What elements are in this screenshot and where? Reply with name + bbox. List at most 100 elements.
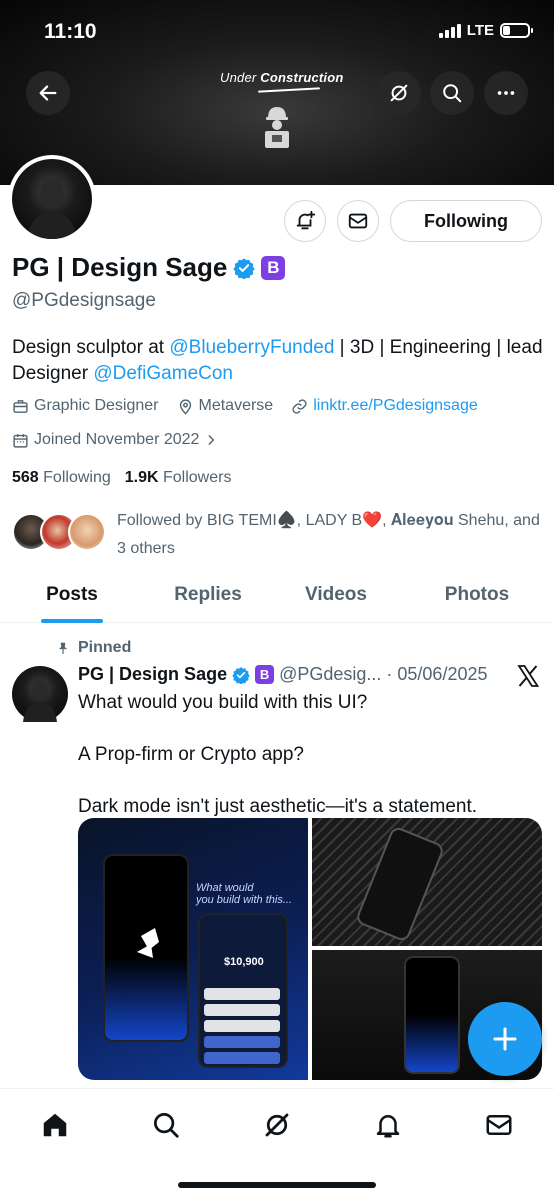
link-icon — [292, 398, 307, 414]
following-button[interactable]: Following — [390, 200, 542, 242]
location-text: Metaverse — [198, 397, 274, 414]
back-button[interactable] — [26, 71, 70, 115]
notifications-button[interactable] — [284, 200, 326, 242]
profile-avatar[interactable] — [8, 155, 96, 243]
wallet-row — [204, 1004, 280, 1016]
tweet-handle-date: @PGdesig... · 05/06/2025 — [279, 664, 488, 684]
search-button[interactable] — [430, 71, 474, 115]
bio-mention-blueberry[interactable]: @BlueberryFunded — [169, 337, 334, 358]
plus-icon — [493, 1027, 517, 1051]
search-icon — [154, 1113, 179, 1138]
pinned-label: Pinned — [56, 639, 131, 657]
tweet-media-image-2[interactable] — [312, 818, 542, 946]
battery-icon — [500, 23, 533, 38]
status-bar: 11:10 LTE — [0, 0, 554, 62]
wallet-row — [204, 988, 280, 1000]
phone-mockup-splash — [103, 854, 189, 1042]
tweet-avatar[interactable] — [12, 666, 68, 722]
bio-text-1: Design sculptor at — [12, 337, 170, 358]
followers-count-label: Followers — [163, 469, 232, 486]
status-time: 11:10 — [44, 20, 97, 43]
follow-counts: 568 Following 1.9K Followers — [12, 469, 231, 487]
display-name: PG | Design Sage B — [12, 252, 286, 283]
nav-search[interactable] — [146, 1105, 186, 1145]
wallet-row — [204, 1052, 280, 1064]
display-name-text: PG | Design Sage — [12, 252, 228, 282]
avatar-silhouette — [28, 178, 76, 239]
following-count-label: Following — [43, 469, 111, 486]
tab-photos[interactable]: Photos — [400, 566, 554, 623]
mail-icon — [348, 213, 368, 229]
tab-replies[interactable]: Replies — [144, 566, 272, 623]
banner-text: Under Construction — [220, 70, 344, 85]
affiliate-badge[interactable]: B — [261, 255, 286, 280]
nav-grok[interactable] — [257, 1105, 297, 1145]
home-indicator[interactable] — [178, 1182, 376, 1188]
category-item: Graphic Designer — [12, 397, 159, 415]
wallet-row — [204, 1036, 280, 1048]
nav-notifications[interactable] — [368, 1105, 408, 1145]
profile-meta: Graphic Designer Metaverse linktr.ee/PGd… — [12, 397, 496, 415]
joined-row[interactable]: Joined November 2022 — [12, 431, 236, 449]
tweet-text-line-1: What would you build with this UI? — [78, 692, 368, 713]
calendar-icon — [13, 433, 28, 448]
followers-count: 1.9K — [124, 469, 159, 486]
bell-icon — [376, 1115, 400, 1138]
tweet-affiliate-badge: B — [255, 665, 275, 684]
verified-badge-icon[interactable] — [233, 257, 255, 279]
grok-button[interactable] — [377, 71, 421, 115]
wallet-row — [204, 1020, 280, 1032]
tweet-header: PG | Design Sage B @PGdesig... · 05/06/2… — [78, 664, 488, 685]
followed-by-text: Followed by BIG TEMI♠️, LADY B❤️, 𝐀𝐥𝐞𝐞𝐲𝐨… — [117, 512, 540, 557]
category-text: Graphic Designer — [34, 397, 159, 414]
media-caption: What would you build with this... — [196, 882, 292, 906]
nav-home[interactable] — [35, 1105, 75, 1145]
website-item[interactable]: linktr.ee/PGdesignsage — [291, 397, 478, 415]
tweet-text-line-3: Dark mode isn't just aesthetic—it's a st… — [78, 796, 478, 817]
phone-mockup-tilted — [354, 825, 446, 943]
arrow-left-icon — [39, 85, 57, 101]
bell-plus-icon — [296, 210, 316, 230]
banner-text-bold: Construction — [260, 70, 344, 85]
location-pin-icon — [179, 398, 191, 415]
profile-tabs: Posts Replies Videos Photos — [0, 566, 554, 623]
profile-banner[interactable]: 11:10 LTE Under Construction — [0, 0, 554, 185]
tab-videos[interactable]: Videos — [272, 566, 400, 623]
joined-item[interactable]: Joined November 2022 — [12, 431, 218, 449]
tweet-media-image-1[interactable]: What would you build with this... $10,90… — [78, 818, 308, 1080]
home-icon — [43, 1113, 67, 1137]
phone-mockup-standing — [404, 956, 460, 1074]
signal-icon — [438, 23, 461, 38]
pin-icon — [58, 642, 68, 654]
website-link[interactable]: linktr.ee/PGdesignsage — [313, 397, 478, 415]
banner-underline — [257, 87, 321, 93]
grok-icon — [390, 84, 408, 102]
profile-handle: @PGdesignsage — [12, 290, 156, 311]
more-dots-icon — [497, 91, 515, 95]
mail-icon — [486, 1115, 512, 1135]
network-label: LTE — [466, 22, 494, 39]
nav-messages[interactable] — [479, 1105, 519, 1145]
follower-avatar-3 — [68, 513, 106, 551]
construction-worker-icon — [265, 107, 289, 148]
location-item: Metaverse — [177, 397, 274, 415]
compose-button[interactable] — [468, 1002, 542, 1076]
media-caption-line-2: you build with this... — [196, 894, 292, 906]
briefcase-icon — [13, 399, 28, 413]
following-count-link[interactable]: 568 Following — [12, 469, 111, 487]
tweet-verified-badge-icon — [232, 666, 250, 684]
wallet-balance: $10,900 — [224, 956, 264, 968]
message-button[interactable] — [337, 200, 379, 242]
more-button[interactable] — [484, 71, 528, 115]
profile-bio: Design sculptor at @BlueberryFunded | 3D… — [12, 335, 548, 387]
followers-count-link[interactable]: 1.9K Followers — [125, 469, 232, 487]
following-count: 568 — [12, 469, 39, 486]
status-indicators: LTE — [438, 22, 533, 39]
media-caption-line-1: What would — [196, 882, 254, 894]
tweet-author-name[interactable]: PG | Design Sage — [78, 664, 227, 685]
tab-posts[interactable]: Posts — [0, 566, 144, 623]
app-logo-icon — [137, 928, 159, 958]
bio-mention-defigamecon[interactable]: @DefiGameCon — [93, 363, 233, 384]
tweet-text-line-2: A Prop-firm or Crypto app? — [78, 744, 304, 765]
chevron-right-icon — [208, 435, 215, 445]
